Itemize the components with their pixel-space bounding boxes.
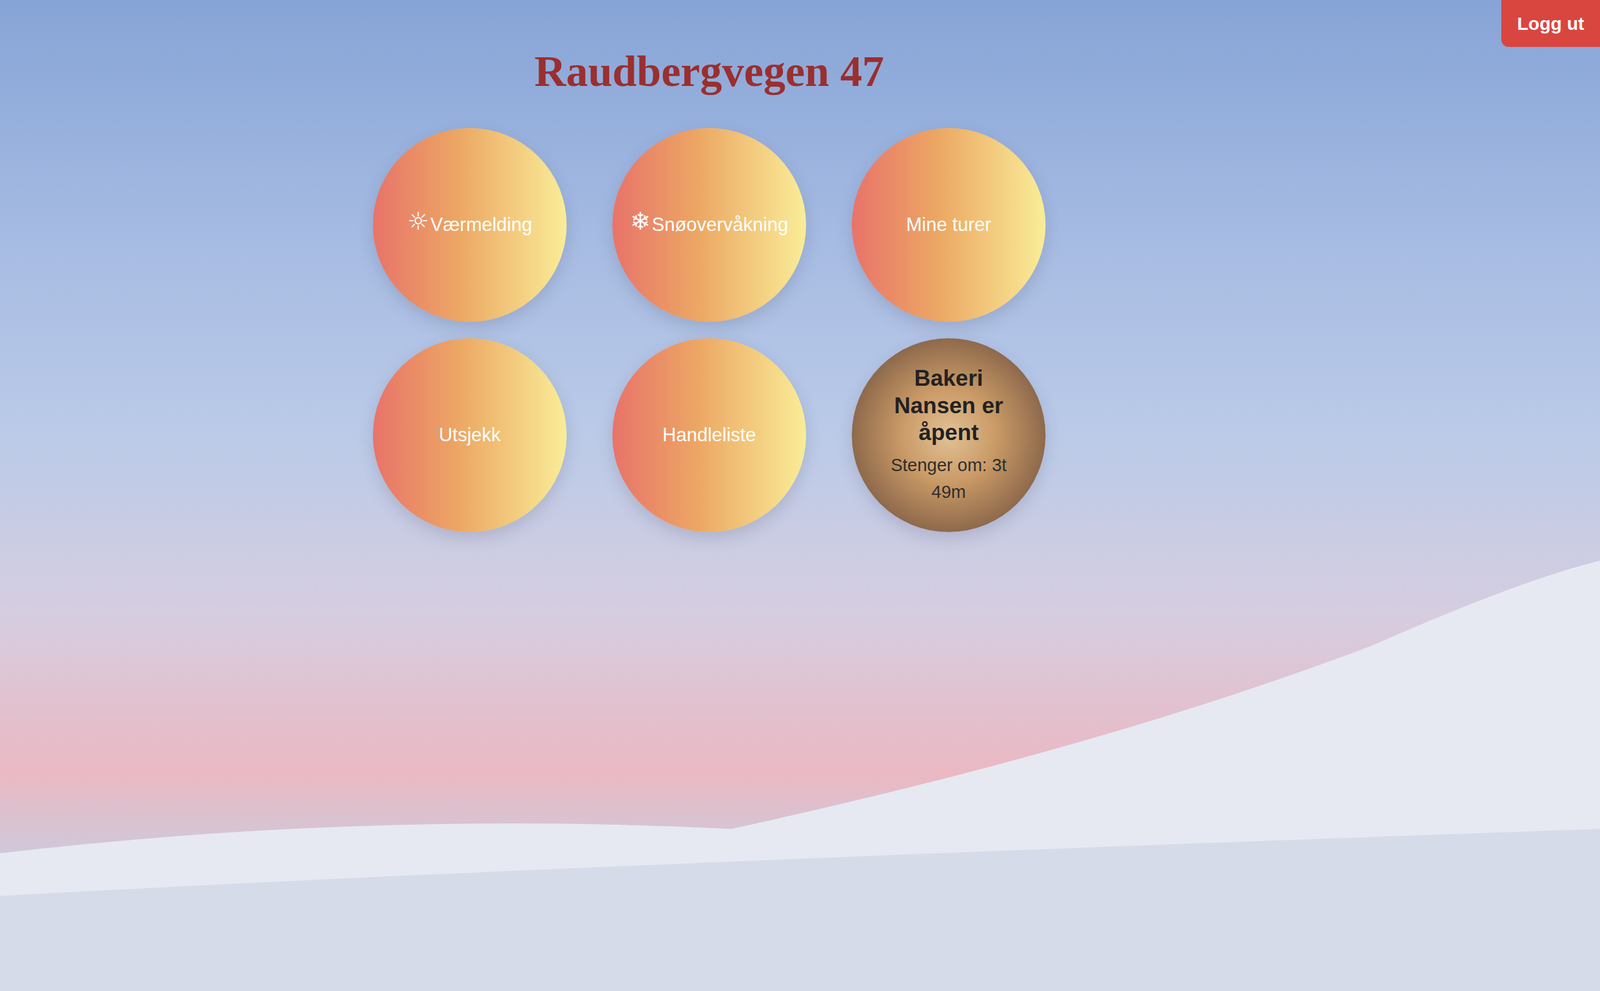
tile-label: Snøovervåkning	[651, 213, 789, 236]
tile-label: Utsjekk	[438, 424, 501, 447]
tile-label: Handleliste	[662, 424, 756, 447]
main-content: Raudbergvegen 47 ☼ Værmelding❄ Snøovervå…	[0, 0, 1419, 532]
tile-label: Mine turer	[906, 213, 992, 236]
tile-icon: ☼	[407, 208, 430, 234]
snow-slope-icon	[0, 0, 1600, 991]
menu-tile[interactable]: ❄ Snøovervåkning	[612, 127, 807, 322]
menu-tile[interactable]: ☼ Værmelding	[372, 127, 567, 322]
menu-tile[interactable]: Utsjekk	[372, 338, 567, 532]
tile-label: Værmelding	[430, 213, 532, 236]
logout-button[interactable]: Logg ut	[1501, 0, 1600, 47]
home-page: Logg ut Raudbergvegen 47 ☼ Værmelding❄ S…	[0, 0, 1600, 991]
background-photo	[0, 0, 1600, 991]
menu-tile[interactable]: Mine turer	[851, 127, 1046, 322]
tile-grid: ☼ Værmelding❄ Snøovervåkning Mine turer …	[372, 127, 1046, 532]
status-subtitle: Stenger om: 3t 49m	[878, 452, 1019, 506]
status-title: Bakeri Nansen er åpent	[878, 364, 1019, 447]
tile-icon: ❄	[630, 208, 651, 234]
menu-tile[interactable]: Handleliste	[612, 338, 807, 532]
bakery-status-tile[interactable]: Bakeri Nansen er åpent Stenger om: 3t 49…	[851, 338, 1046, 532]
page-title: Raudbergvegen 47	[534, 45, 885, 98]
